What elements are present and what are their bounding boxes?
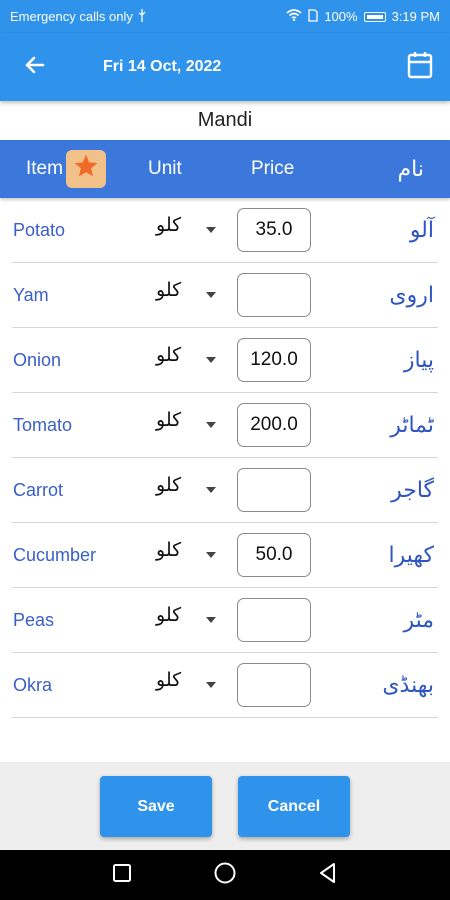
item-row: Carrot کلو گاجر (0, 458, 450, 523)
header-price: Price (251, 158, 295, 179)
item-row: Yam کلو اروی (0, 263, 450, 328)
unit-dropdown[interactable]: کلو (142, 523, 226, 588)
dropdown-caret-icon (206, 617, 216, 623)
item-urdu-name: ٹماٹر (390, 413, 434, 438)
battery-icon (363, 11, 386, 22)
item-name: Okra (13, 675, 53, 695)
status-right: 100% 3:19 PM (286, 8, 440, 25)
item-row: Tomato کلو ٹماٹر (0, 393, 450, 458)
dropdown-caret-icon (206, 422, 216, 428)
usb-icon (137, 8, 147, 25)
dropdown-caret-icon (206, 682, 216, 688)
price-input[interactable] (237, 338, 311, 382)
price-input[interactable] (237, 663, 311, 707)
market-name: Mandi (197, 109, 253, 131)
unit-value: کلو (156, 604, 182, 626)
unit-dropdown[interactable]: کلو (142, 588, 226, 653)
header-urdu-name: نام (397, 156, 424, 182)
favorite-button[interactable] (66, 150, 106, 188)
dropdown-caret-icon (206, 487, 216, 493)
unit-value: کلو (156, 344, 182, 366)
square-icon (112, 863, 132, 888)
price-input[interactable] (237, 598, 311, 642)
dropdown-caret-icon (206, 227, 216, 233)
item-row: Peas کلو مٹر (0, 588, 450, 653)
action-bar: Save Cancel (0, 762, 450, 850)
save-button[interactable]: Save (100, 776, 212, 837)
item-urdu-name: پیاز (403, 348, 434, 373)
item-row: Okra کلو بھنڈی (0, 653, 450, 718)
item-name: Peas (13, 610, 55, 630)
item-urdu-name: اروی (389, 283, 434, 308)
dropdown-caret-icon (206, 292, 216, 298)
table-header: Item Unit Price نام (0, 140, 450, 198)
dropdown-caret-icon (206, 357, 216, 363)
home-button[interactable] (200, 850, 250, 900)
item-row: Cucumber کلو کھیرا (0, 523, 450, 588)
date-title: Fri 14 Oct, 2022 (103, 58, 222, 75)
recents-button[interactable] (97, 850, 147, 900)
price-input[interactable] (237, 468, 311, 512)
item-urdu-name: آلو (409, 218, 434, 243)
triangle-back-icon (317, 862, 339, 889)
app-bar: Fri 14 Oct, 2022 (0, 33, 450, 101)
item-urdu-name: گاجر (391, 478, 434, 503)
unit-dropdown[interactable]: کلو (142, 263, 226, 328)
item-row: Potato کلو آلو (0, 198, 450, 263)
header-item: Item (26, 158, 63, 179)
item-urdu-name: مٹر (403, 608, 434, 633)
carrier-text: Emergency calls only (10, 9, 133, 24)
star-icon (73, 153, 99, 185)
system-nav-bar (0, 850, 450, 900)
price-input[interactable] (237, 403, 311, 447)
status-bar: Emergency calls only 100% 3:19 PM (0, 0, 450, 33)
dropdown-caret-icon (206, 552, 216, 558)
unit-dropdown[interactable]: کلو (142, 393, 226, 458)
unit-value: کلو (156, 279, 182, 301)
unit-dropdown[interactable]: کلو (142, 653, 226, 718)
unit-dropdown[interactable]: کلو (142, 328, 226, 393)
unit-dropdown[interactable]: کلو (142, 198, 226, 263)
sim-icon (308, 8, 318, 25)
back-button[interactable] (0, 33, 70, 101)
unit-value: کلو (156, 474, 182, 496)
item-name: Cucumber (13, 545, 97, 565)
price-input[interactable] (237, 208, 311, 252)
unit-dropdown[interactable]: کلو (142, 458, 226, 523)
clock-time: 3:19 PM (391, 9, 440, 24)
item-list: Potato کلو آلو Yam کلو اروی Onion کلو پی… (0, 198, 450, 718)
item-name: Onion (13, 350, 62, 370)
wifi-icon (286, 9, 302, 24)
item-name: Potato (13, 220, 66, 240)
battery-percent: 100% (324, 9, 358, 24)
item-row: Onion کلو پیاز (0, 328, 450, 393)
unit-value: کلو (156, 539, 182, 561)
item-urdu-name: کھیرا (388, 543, 434, 568)
calendar-icon (407, 51, 433, 84)
header-unit: Unit (148, 158, 182, 179)
unit-value: کلو (156, 214, 182, 236)
cancel-button[interactable]: Cancel (238, 776, 350, 837)
item-urdu-name: بھنڈی (382, 673, 434, 698)
status-left: Emergency calls only (10, 8, 147, 25)
calendar-button[interactable] (390, 33, 450, 101)
price-input[interactable] (237, 273, 311, 317)
item-name: Carrot (13, 480, 64, 500)
circle-icon (213, 861, 237, 890)
price-input[interactable] (237, 533, 311, 577)
unit-value: کلو (156, 669, 182, 691)
unit-value: کلو (156, 409, 182, 431)
arrow-left-icon (23, 53, 47, 82)
back-nav-button[interactable] (303, 850, 353, 900)
item-name: Tomato (13, 415, 73, 435)
item-name: Yam (13, 285, 49, 305)
